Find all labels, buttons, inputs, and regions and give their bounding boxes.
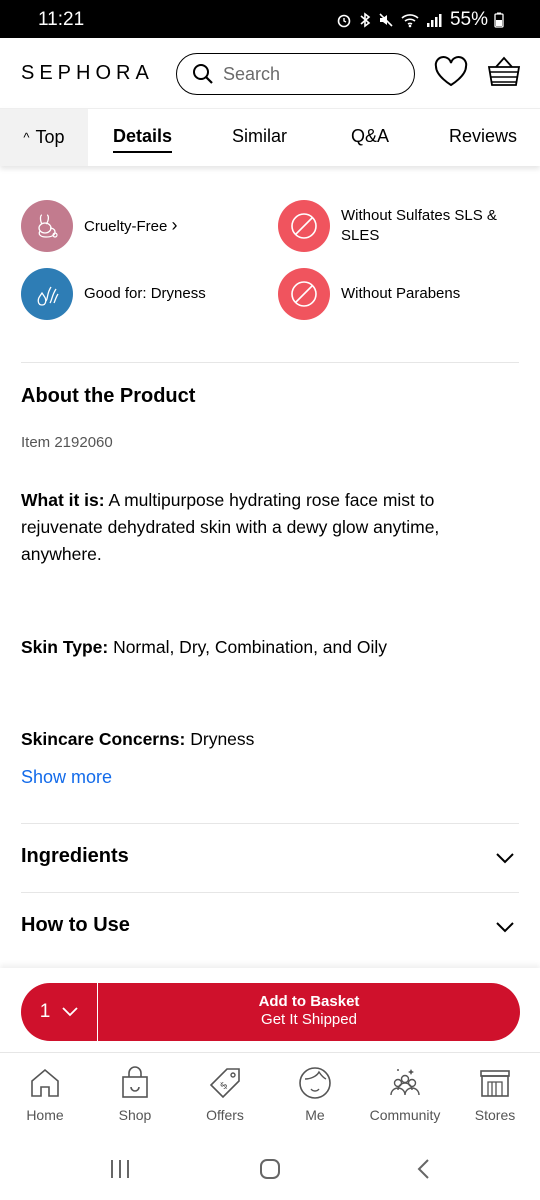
app-header: SEPHORA Search bbox=[0, 38, 540, 108]
add-to-basket-bar: 1 Add to Basket Get It Shipped bbox=[0, 968, 540, 1052]
search-icon bbox=[193, 64, 213, 84]
skincare-concerns: Skincare Concerns: Dryness bbox=[21, 729, 255, 749]
heart-icon[interactable] bbox=[433, 54, 469, 90]
basket-icon[interactable] bbox=[486, 54, 522, 90]
highlight-label: Without Parabens bbox=[341, 285, 461, 302]
mute-icon bbox=[379, 13, 393, 27]
tag-icon: $ bbox=[209, 1068, 240, 1099]
show-more-link[interactable]: Show more bbox=[21, 767, 112, 788]
shipping-label: Get It Shipped bbox=[261, 1011, 357, 1028]
shopping-bag-icon bbox=[122, 1066, 148, 1098]
battery-percent: 55% bbox=[449, 9, 488, 30]
nav-label: Stores bbox=[474, 1107, 516, 1123]
product-tabs: ^ Top Details Similar Q&A Reviews bbox=[0, 108, 540, 166]
nav-me[interactable]: Me bbox=[270, 1065, 360, 1123]
nav-home[interactable]: Home bbox=[0, 1065, 90, 1123]
chevron-down-icon bbox=[62, 1007, 78, 1017]
status-bar: 11:21 55% bbox=[0, 0, 540, 38]
quantity-value: 1 bbox=[39, 1001, 51, 1022]
tab-top-label: Top bbox=[35, 127, 65, 147]
prohibited-icon bbox=[278, 200, 330, 252]
status-icons: 55% bbox=[336, 9, 504, 31]
nav-community[interactable]: Community bbox=[360, 1065, 450, 1123]
section-divider bbox=[21, 362, 519, 363]
add-to-basket-label: Add to Basket bbox=[258, 993, 360, 1010]
chevron-down-icon bbox=[496, 853, 514, 864]
prohibited-icon bbox=[278, 268, 330, 320]
search-input[interactable]: Search bbox=[176, 53, 415, 95]
nav-label: Offers bbox=[206, 1107, 244, 1123]
quantity-select[interactable]: 1 bbox=[21, 983, 97, 1041]
bluetooth-icon bbox=[360, 12, 371, 28]
store-icon bbox=[480, 1070, 510, 1097]
wifi-icon bbox=[401, 14, 419, 28]
profile-face-icon bbox=[299, 1067, 331, 1099]
battery-icon bbox=[494, 12, 504, 28]
tab-details[interactable]: Details bbox=[113, 126, 173, 153]
tab-similar[interactable]: Similar bbox=[232, 126, 287, 147]
highlight-label: Good for: Dryness bbox=[84, 285, 206, 302]
water-drops-icon bbox=[21, 268, 73, 320]
signal-icon bbox=[426, 14, 442, 27]
highlight-without-parabens: Without Parabens bbox=[278, 268, 460, 320]
highlight-without-sulfates: Without Sulfates SLS & SLES bbox=[278, 200, 518, 252]
search-placeholder: Search bbox=[223, 63, 281, 84]
bunny-icon bbox=[21, 200, 73, 252]
nav-stores[interactable]: Stores bbox=[450, 1065, 540, 1123]
skin-type: Skin Type: Normal, Dry, Combination, and… bbox=[21, 637, 387, 657]
about-heading: About the Product bbox=[21, 385, 196, 407]
accordion-title: Ingredients bbox=[21, 845, 129, 867]
system-navigation-bar bbox=[0, 1142, 540, 1200]
nav-label: Shop bbox=[118, 1107, 152, 1123]
recent-apps-icon[interactable] bbox=[109, 1158, 131, 1180]
home-icon bbox=[31, 1068, 59, 1097]
add-to-basket-button[interactable]: Add to Basket Get It Shipped bbox=[98, 983, 520, 1041]
nav-shop[interactable]: Shop bbox=[90, 1065, 180, 1123]
back-icon[interactable] bbox=[413, 1158, 435, 1180]
home-button-icon[interactable] bbox=[259, 1158, 281, 1180]
community-icon bbox=[390, 1069, 420, 1096]
status-time: 11:21 bbox=[38, 9, 85, 30]
tab-reviews[interactable]: Reviews bbox=[449, 126, 517, 147]
nav-label: Home bbox=[26, 1107, 64, 1123]
alarm-icon bbox=[337, 14, 351, 28]
what-it-is: What it is: A multipurpose hydrating ros… bbox=[21, 490, 440, 564]
tab-top[interactable]: ^ Top bbox=[0, 109, 88, 166]
ingredients-accordion[interactable]: Ingredients bbox=[21, 845, 519, 875]
nav-label: Me bbox=[305, 1107, 325, 1123]
highlight-good-for-dryness: Good for: Dryness bbox=[21, 268, 206, 320]
section-divider bbox=[21, 823, 519, 824]
chevron-up-icon: ^ bbox=[23, 130, 30, 145]
nav-label: Community bbox=[369, 1107, 441, 1123]
sephora-logo[interactable]: SEPHORA bbox=[21, 62, 154, 85]
chevron-right-icon: › bbox=[171, 215, 178, 235]
nav-offers[interactable]: $ Offers bbox=[180, 1065, 270, 1123]
highlight-cruelty-free[interactable]: Cruelty-Free › bbox=[21, 200, 178, 252]
highlight-label: Without Sulfates SLS & SLES bbox=[341, 207, 497, 244]
highlight-label: Cruelty-Free › bbox=[84, 215, 178, 235]
chevron-down-icon bbox=[496, 922, 514, 933]
bottom-navigation: Home Shop $ Offers Me Community Stores bbox=[0, 1052, 540, 1142]
section-divider bbox=[21, 892, 519, 893]
accordion-title: How to Use bbox=[21, 914, 130, 936]
tab-qa[interactable]: Q&A bbox=[351, 126, 389, 147]
how-to-use-accordion[interactable]: How to Use bbox=[21, 914, 519, 944]
item-number: Item 2192060 bbox=[21, 434, 113, 451]
svg-text:$: $ bbox=[218, 1080, 230, 1092]
